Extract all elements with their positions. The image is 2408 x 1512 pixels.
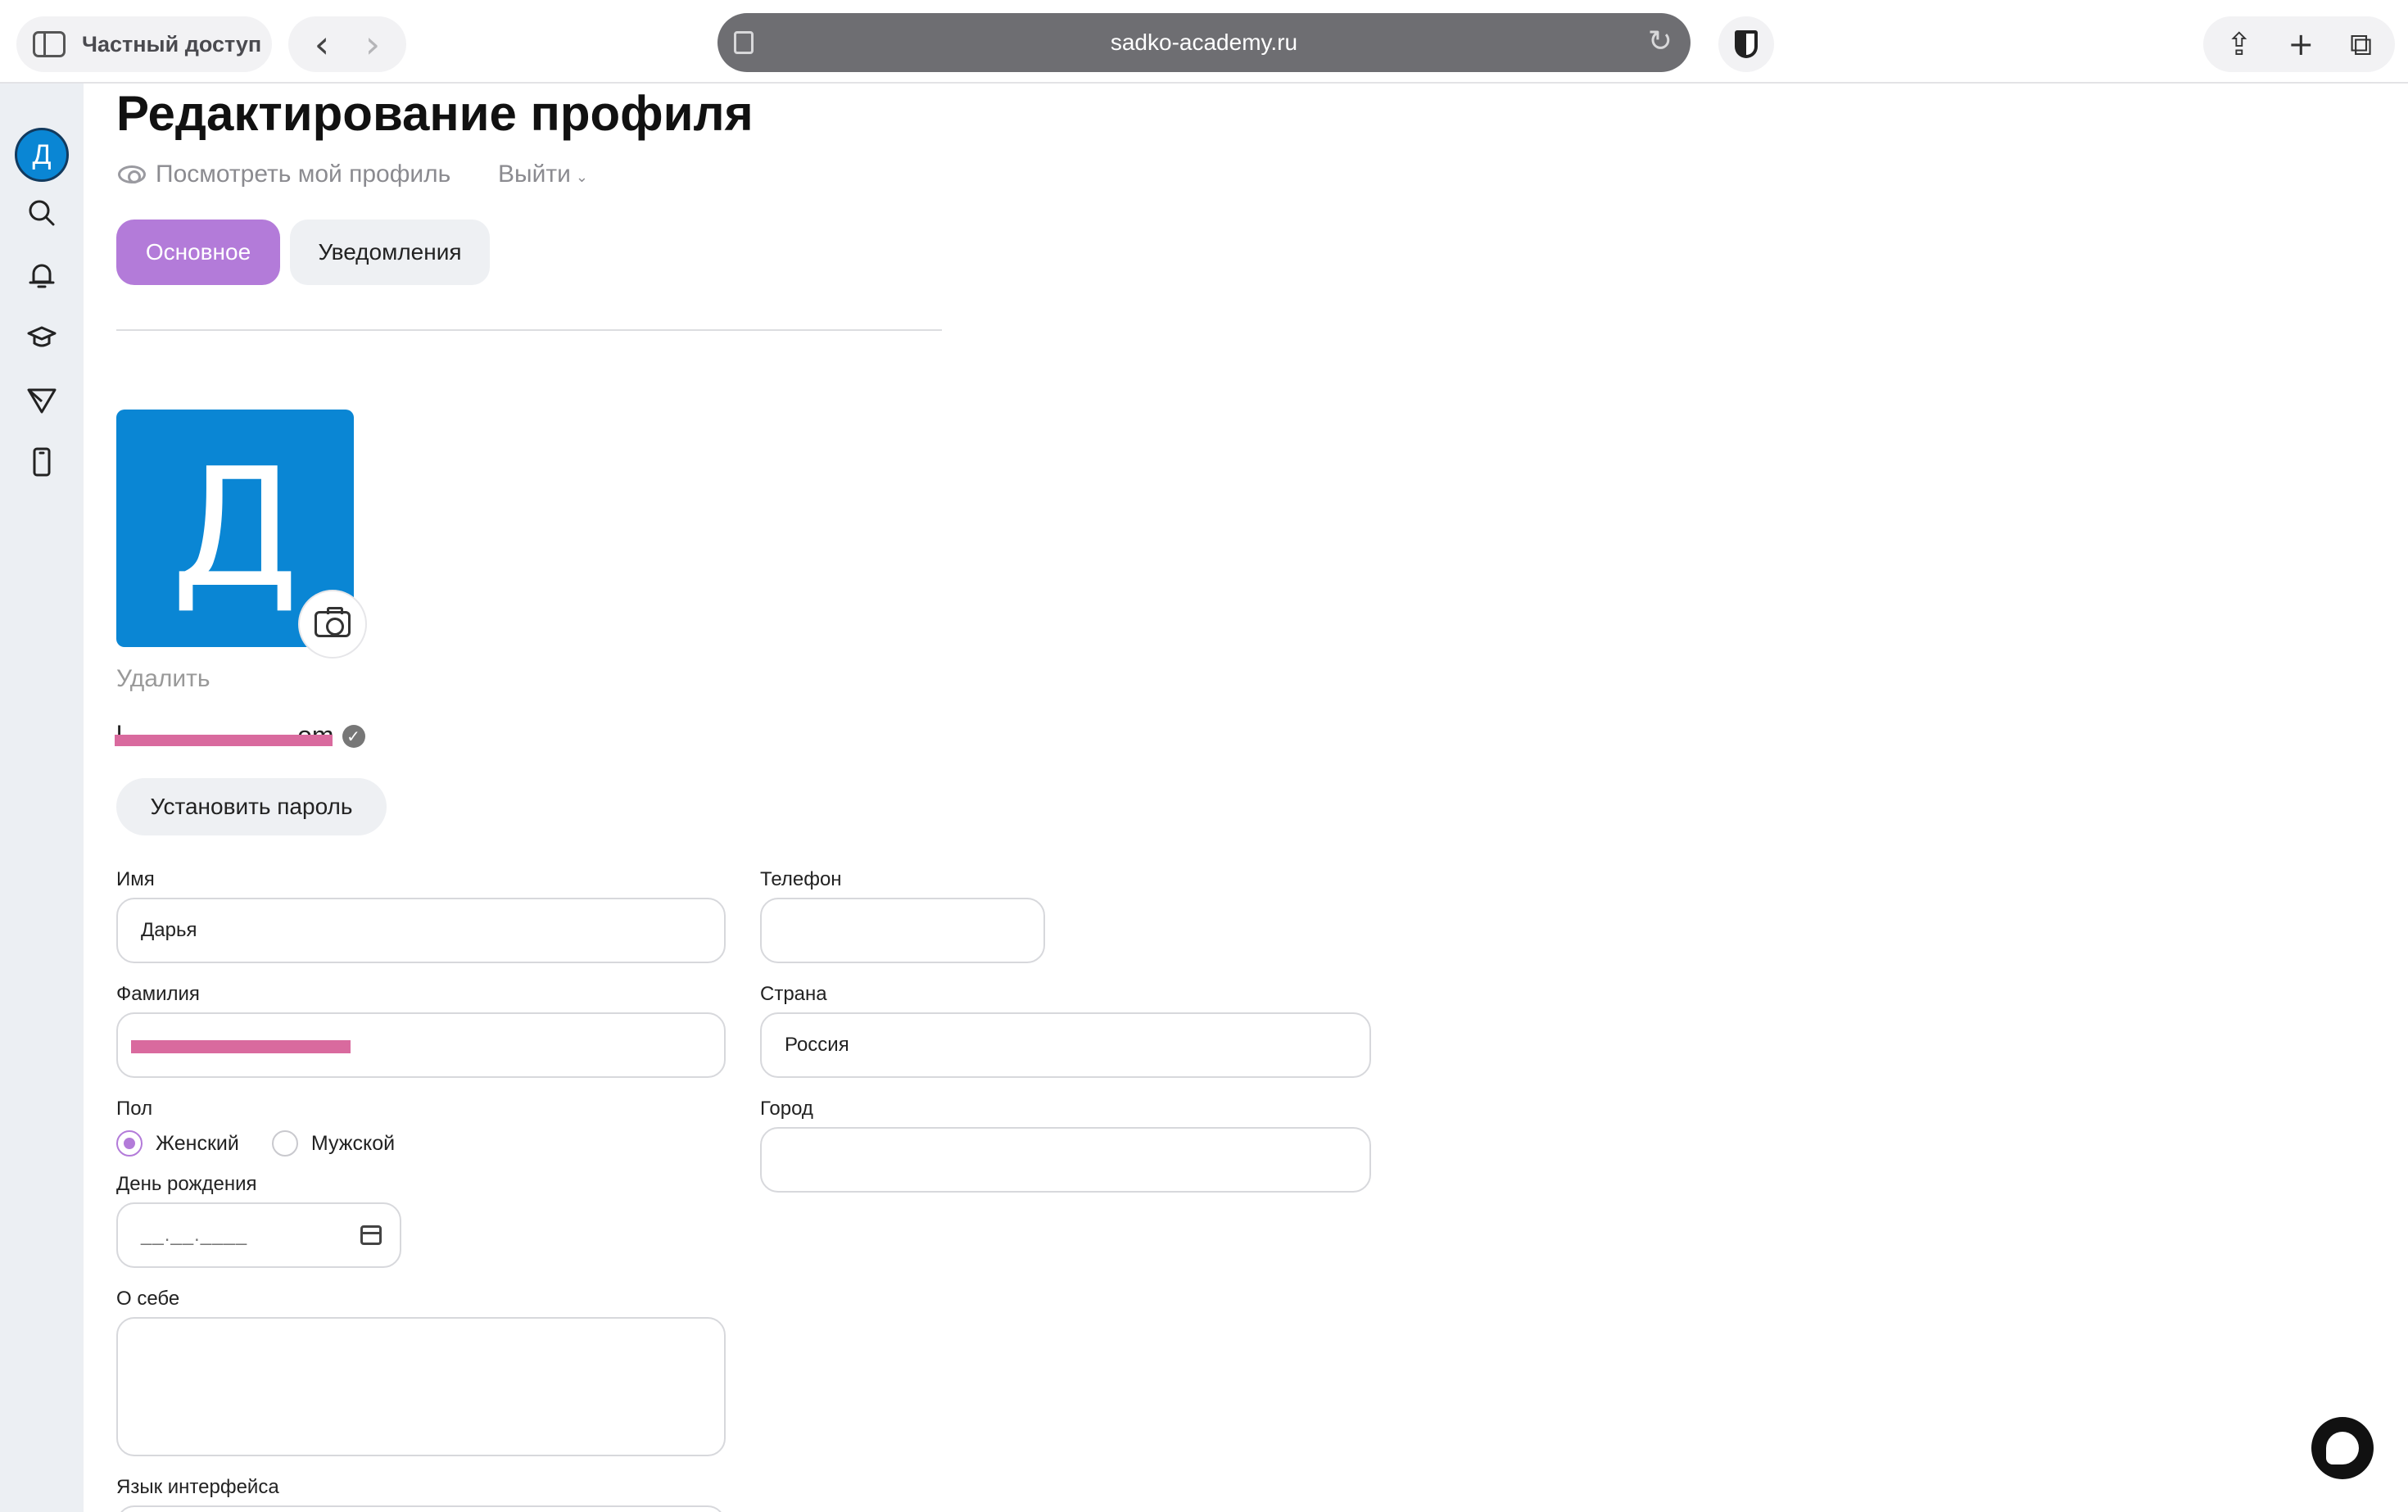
chevron-down-icon: ⌄ bbox=[575, 169, 588, 185]
graduation-cap-icon[interactable] bbox=[25, 321, 58, 354]
browser-toolbar: Частный доступ ‹ › sadko-academy.ru ↻ ⇪ … bbox=[0, 0, 2408, 84]
last-name-redaction bbox=[131, 1040, 351, 1053]
bell-icon[interactable] bbox=[25, 259, 58, 292]
support-chat-button[interactable] bbox=[2311, 1417, 2374, 1479]
last-name-label: Фамилия bbox=[116, 983, 200, 1005]
private-browsing-label: Частный доступ bbox=[82, 31, 262, 57]
delete-photo-link[interactable]: Удалить bbox=[116, 665, 210, 693]
toolbar-actions: ⇪ + ⧉ bbox=[2203, 16, 2395, 72]
gender-male-label[interactable]: Мужской bbox=[311, 1132, 395, 1156]
set-password-button[interactable]: Установить пароль bbox=[116, 778, 387, 835]
birthday-label: День рождения bbox=[116, 1173, 257, 1195]
phone-input[interactable] bbox=[760, 898, 1045, 963]
gender-female-label[interactable]: Женский bbox=[156, 1132, 239, 1156]
verified-check-icon: ✓ bbox=[342, 724, 365, 748]
left-icon-rail: Д bbox=[0, 84, 84, 1512]
city-input[interactable] bbox=[760, 1127, 1371, 1193]
camera-icon bbox=[315, 607, 351, 637]
address-bar[interactable]: sadko-academy.ru ↻ bbox=[717, 13, 1691, 72]
share-icon[interactable]: ⇪ bbox=[2226, 29, 2252, 60]
logout-label: Выйти bbox=[498, 161, 571, 188]
country-input[interactable]: Россия bbox=[760, 1012, 1371, 1078]
gender-radio-group: Женский Мужской bbox=[116, 1130, 428, 1157]
city-label: Город bbox=[760, 1098, 813, 1120]
calendar-icon[interactable] bbox=[360, 1225, 382, 1245]
tab-overview-icon[interactable]: ⧉ bbox=[2350, 29, 2372, 60]
eye-icon bbox=[118, 165, 146, 183]
last-name-input[interactable] bbox=[116, 1012, 726, 1078]
privacy-shield-button[interactable] bbox=[1718, 16, 1774, 72]
shield-icon bbox=[1735, 30, 1758, 58]
upload-photo-button[interactable] bbox=[298, 590, 367, 659]
gender-label: Пол bbox=[116, 1098, 153, 1120]
private-browsing-pill[interactable]: Частный доступ bbox=[16, 16, 272, 72]
reload-icon[interactable]: ↻ bbox=[1648, 25, 1672, 58]
tabs-divider bbox=[116, 329, 942, 331]
country-label: Страна bbox=[760, 983, 827, 1005]
about-textarea[interactable] bbox=[116, 1317, 726, 1456]
gender-female-radio[interactable] bbox=[116, 1130, 143, 1157]
profile-edit-page: Редактирование профиля Посмотреть мой пр… bbox=[84, 84, 2408, 1512]
search-icon[interactable] bbox=[25, 197, 58, 229]
first-name-label: Имя bbox=[116, 868, 155, 890]
email-redaction bbox=[115, 735, 333, 746]
gender-male-radio[interactable] bbox=[271, 1130, 298, 1157]
about-label: О себе bbox=[116, 1288, 180, 1310]
url-text[interactable]: sadko-academy.ru bbox=[717, 29, 1691, 56]
account-email: lom ✓ bbox=[115, 721, 365, 751]
view-profile-link[interactable]: Посмотреть мой профиль bbox=[118, 161, 450, 188]
birthday-mask: __.__.____ bbox=[141, 1224, 248, 1246]
birthday-input[interactable]: __.__.____ bbox=[116, 1202, 401, 1268]
chat-bubble-icon bbox=[2326, 1432, 2359, 1464]
new-tab-plus-icon[interactable]: + bbox=[2288, 29, 2314, 60]
country-value: Россия bbox=[785, 1034, 849, 1056]
page-title: Редактирование профиля bbox=[116, 86, 754, 141]
logout-dropdown[interactable]: Выйти ⌄ bbox=[498, 161, 588, 188]
first-name-value: Дарья bbox=[141, 919, 197, 941]
send-icon[interactable] bbox=[25, 383, 58, 416]
history-nav: ‹ › bbox=[288, 16, 406, 72]
phone-icon[interactable] bbox=[25, 446, 58, 478]
email-text: lom bbox=[115, 721, 334, 751]
language-select[interactable] bbox=[116, 1505, 726, 1512]
user-avatar[interactable]: Д bbox=[15, 128, 69, 182]
phone-label: Телефон bbox=[760, 868, 842, 890]
tab-notifications[interactable]: Уведомления bbox=[290, 220, 490, 285]
forward-chevron-icon[interactable]: › bbox=[365, 25, 380, 63]
first-name-input[interactable]: Дарья bbox=[116, 898, 726, 963]
language-label: Язык интерфейса bbox=[116, 1476, 279, 1498]
view-profile-label: Посмотреть мой профиль bbox=[156, 161, 451, 188]
back-chevron-icon[interactable]: ‹ bbox=[315, 25, 329, 63]
sidebar-toggle-icon[interactable] bbox=[33, 31, 66, 57]
tab-main[interactable]: Основное bbox=[116, 220, 280, 285]
